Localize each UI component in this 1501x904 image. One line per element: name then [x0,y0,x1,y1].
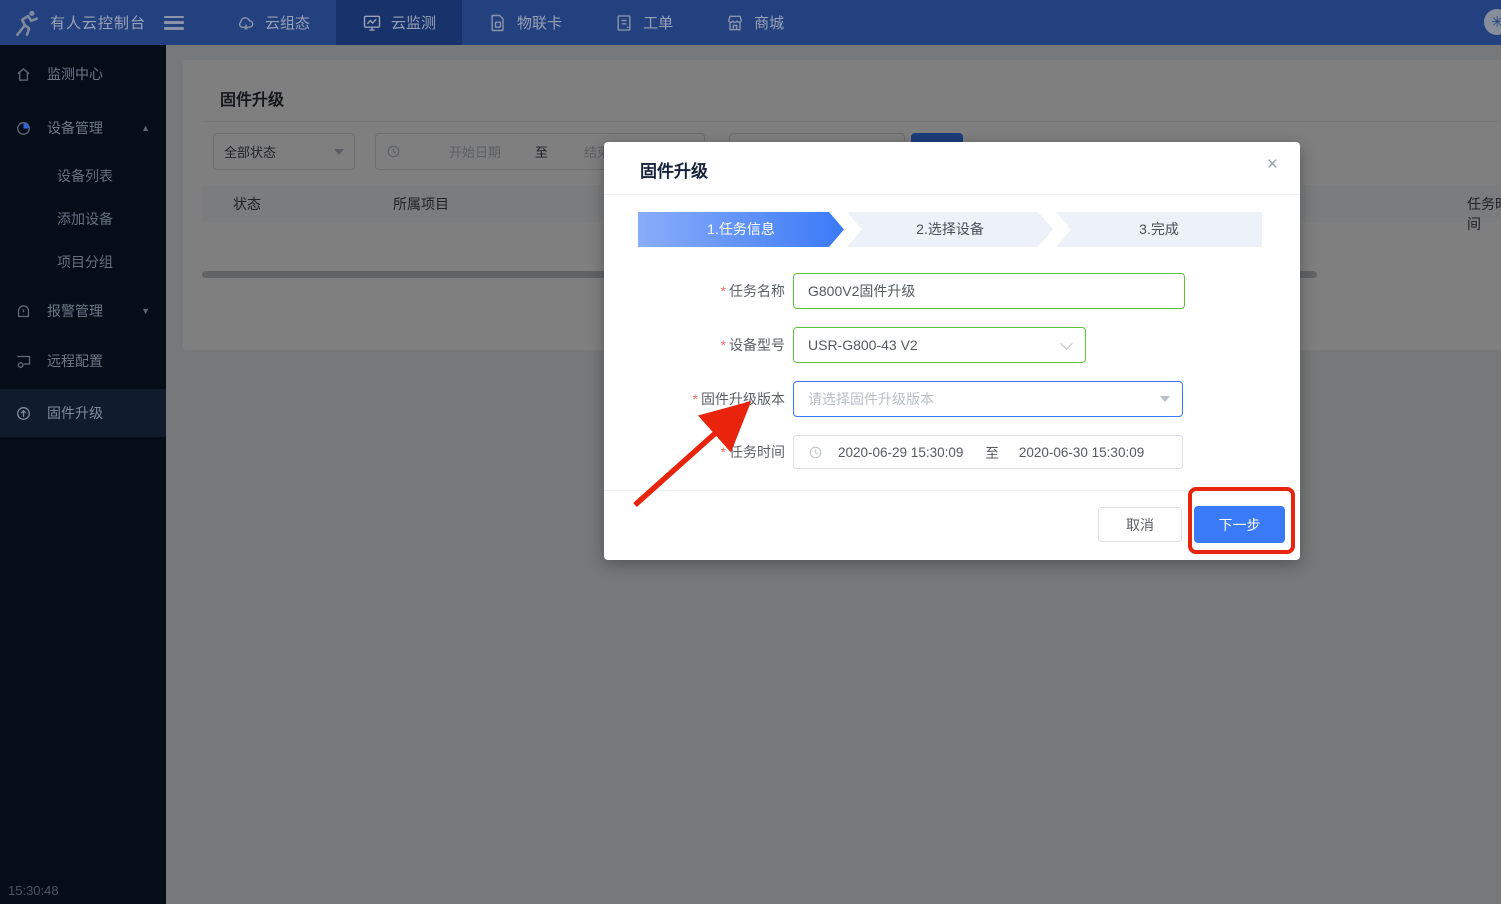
remote-config-icon [15,353,32,370]
tab-iot-sim[interactable]: 物联卡 [462,0,588,45]
divider [604,194,1300,195]
sidebar-item-project-group[interactable]: 项目分组 [0,241,166,283]
form-row-device-model: *设备型号 USR-G800-43 V2 [604,327,1086,363]
chevron-up-icon: ▲ [141,123,150,133]
sim-card-icon [488,13,508,33]
close-icon[interactable]: × [1267,155,1278,174]
sidebar-item-alarm-mgmt[interactable]: 报警管理 ▼ [0,289,166,333]
tab-cloud-monitor[interactable]: 云监测 [336,0,462,45]
clock-icon [808,445,823,460]
home-icon [15,66,32,83]
tab-cloud-scada[interactable]: 云组态 [210,0,336,45]
cloud-icon [236,13,256,33]
chevron-down-icon: ▼ [141,306,150,316]
sidebar-item-monitor-center[interactable]: 监测中心 [0,52,166,96]
task-time-range-picker[interactable]: 2020-06-29 15:30:09 至 2020-06-30 15:30:0… [793,435,1183,469]
wizard-steps: 1.任务信息 2.选择设备 3.完成 [638,212,1262,247]
sidebar-item-add-device[interactable]: 添加设备 [0,198,166,240]
firmware-version-select[interactable]: 请选择固件升级版本 [793,381,1183,417]
hamburger-menu-icon[interactable] [164,16,184,30]
work-order-icon [614,13,634,33]
start-datetime[interactable]: 2020-06-29 15:30:09 [838,445,963,460]
task-name-input[interactable]: G800V2固件升级 [793,273,1185,309]
top-navbar: 有人云控制台 云组态 云监测 物联卡 [0,0,1501,45]
alarm-icon [15,303,32,320]
monitor-chart-icon [362,13,382,33]
end-datetime[interactable]: 2020-06-30 15:30:09 [1019,445,1144,460]
upgrade-icon [15,405,32,422]
cancel-button[interactable]: 取消 [1098,507,1182,542]
step-select-device: 2.选择设备 [847,212,1053,247]
pie-chart-icon [15,120,32,137]
sidebar-item-device-mgmt[interactable]: 设备管理 ▲ [0,106,166,150]
tab-work-order[interactable]: 工单 [588,0,699,45]
device-model-select[interactable]: USR-G800-43 V2 [793,327,1086,363]
caret-down-icon [1160,396,1170,402]
modal-title: 固件升级 [640,157,708,182]
sidebar-item-firmware-upgrade[interactable]: 固件升级 [0,389,166,437]
status-clock: 15:30:48 [8,883,59,898]
top-menu: 云组态 云监测 物联卡 工单 [210,0,810,45]
sidebar: 监测中心 设备管理 ▲ 设备列表 添加设备 项目分组 报警管理 ▼ 远程配置 [0,45,166,904]
usr-logo-icon [14,9,40,37]
annotation-arrow [615,398,760,516]
storefront-icon [725,13,745,33]
brand-title: 有人云控制台 [50,12,146,33]
sidebar-item-device-list[interactable]: 设备列表 [0,155,166,197]
brand: 有人云控制台 [0,9,160,37]
sidebar-item-remote-config[interactable]: 远程配置 [0,339,166,383]
step-finish: 3.完成 [1056,212,1262,247]
annotation-highlight-box [1188,487,1295,554]
corner-app-icon[interactable]: ✳ [1484,9,1501,35]
form-row-task-name: *任务名称 G800V2固件升级 [604,273,1185,309]
step-task-info: 1.任务信息 [638,212,844,247]
chevron-down-icon [1060,337,1073,350]
tab-mall[interactable]: 商城 [699,0,810,45]
